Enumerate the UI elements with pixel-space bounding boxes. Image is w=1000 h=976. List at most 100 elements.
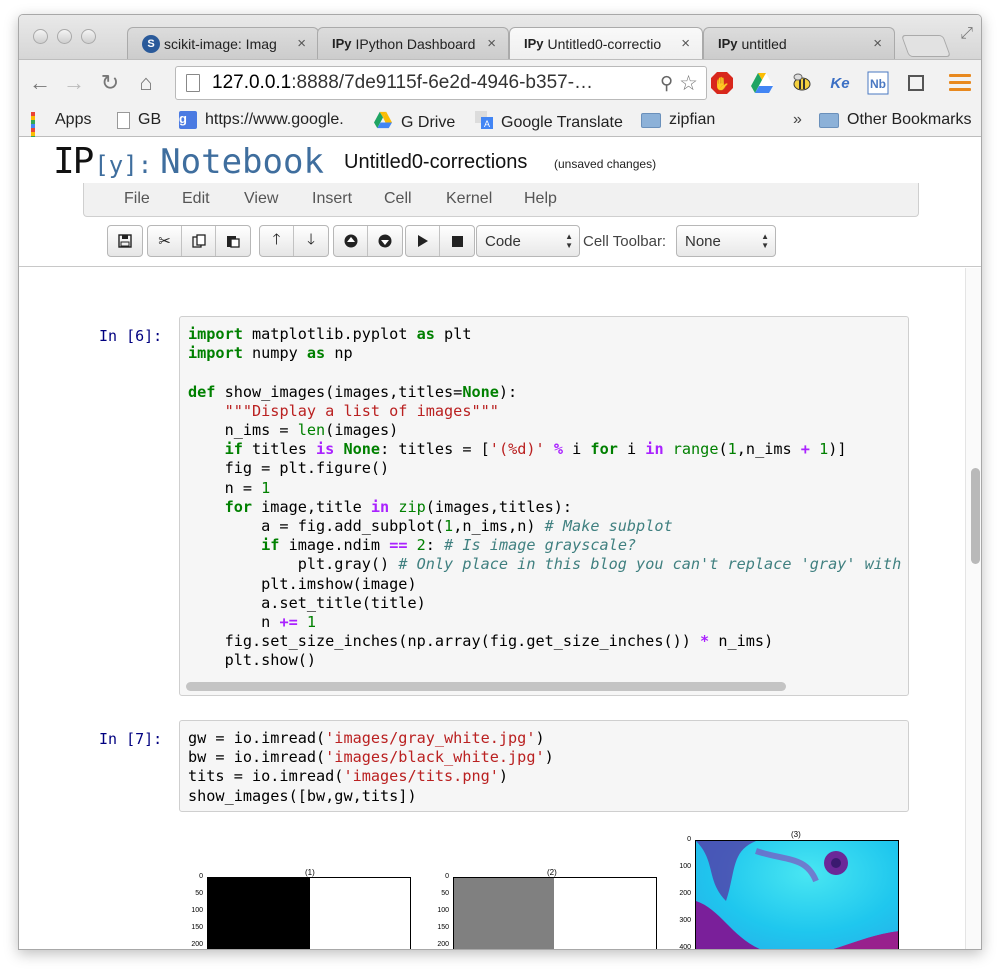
svg-text:✋: ✋ (714, 76, 730, 91)
ipython-favicon-icon: IPy (718, 36, 738, 51)
tab-untitled0-corrections[interactable]: IPy Untitled0-correctio × (509, 27, 703, 59)
tab-title: untitled (741, 35, 787, 52)
menu-insert[interactable]: Insert (312, 190, 352, 208)
tab-title: Untitled0-correctio (547, 35, 662, 52)
close-tab-icon[interactable]: × (297, 35, 306, 52)
bookmark-other[interactable]: Other Bookmarks (819, 111, 971, 129)
bookmark-google-translate[interactable]: A Google Translate (475, 111, 623, 134)
save-floppy-icon[interactable] (108, 226, 142, 256)
menu-edit[interactable]: Edit (182, 190, 210, 208)
menu-cell[interactable]: Cell (384, 190, 412, 208)
notebook-content: In [6]: import matplotlib.pyplot as plt … (19, 268, 965, 949)
kami-extension-icon[interactable]: Ke (827, 70, 853, 96)
ipython-logo[interactable]: IP [y]: Notebook (53, 141, 324, 182)
copy-icon[interactable] (182, 226, 216, 256)
address-bar[interactable]: 127.0.0.1:8888/7de9115f-6e2d-4946-b357-…… (175, 66, 707, 100)
ipython-favicon-icon: IPy (332, 36, 352, 51)
horizontal-scrollbar[interactable] (186, 682, 786, 691)
chrome-menu-icon[interactable] (949, 74, 971, 95)
bookmarks-overflow-icon[interactable]: » (793, 111, 802, 129)
code-editor[interactable]: import matplotlib.pyplot as plt import n… (180, 317, 908, 671)
cell-prompt: In [7]: (99, 730, 163, 748)
cell-prompt: In [6]: (99, 327, 163, 345)
google-icon: g (179, 111, 197, 129)
zoom-window-button[interactable] (81, 29, 96, 44)
svg-text:Nb: Nb (870, 77, 886, 91)
bookmark-gb[interactable]: GB (117, 111, 161, 129)
notebook-menubar: File Edit View Insert Cell Kernel Help (83, 183, 919, 217)
google-drive-extension-icon[interactable] (749, 70, 775, 96)
page-icon (117, 111, 130, 129)
bookmarks-bar: Apps GB g https://www.google. G Drive A … (19, 105, 981, 148)
insert-below-icon[interactable] (368, 226, 402, 256)
apps-grid-icon (31, 112, 47, 148)
adblock-extension-icon[interactable]: ✋ (709, 70, 735, 96)
tab-title: IPython Dashboard (355, 35, 476, 52)
cell-type-select[interactable]: Code ▲ ▼ (476, 225, 580, 257)
tab-scikit-image[interactable]: S scikit-image: Imag × (127, 27, 319, 59)
run-play-icon[interactable] (406, 226, 440, 256)
bookmark-apps[interactable]: Apps (31, 111, 91, 148)
scikit-favicon-icon: S (142, 34, 160, 53)
code-editor[interactable]: gw = io.imread('images/gray_white.jpg') … (180, 721, 908, 806)
stop-icon[interactable] (440, 226, 474, 256)
notebook-toolbar: ✂ 🡑 🡓 Code ▲ ▼ Cell Toolbar: None ▲ ▼ (19, 217, 981, 267)
subplot-image (207, 877, 411, 949)
square-extension-icon[interactable] (903, 70, 929, 96)
tab-ipython-dashboard[interactable]: IPy IPython Dashboard × (317, 27, 509, 59)
ipython-favicon-icon: IPy (524, 36, 544, 51)
notebook-extension-icon[interactable]: Nb (865, 70, 891, 96)
cut-icon[interactable]: ✂ (148, 226, 182, 256)
folder-icon (641, 112, 661, 128)
home-icon[interactable]: ⌂ (133, 70, 159, 96)
menu-file[interactable]: File (124, 190, 150, 208)
tab-title: scikit-image: Imag (164, 35, 277, 52)
browser-window: S scikit-image: Imag × IPy IPython Dashb… (18, 14, 982, 950)
scrollbar-thumb[interactable] (971, 468, 980, 564)
code-cell-7[interactable]: gw = io.imread('images/gray_white.jpg') … (179, 720, 909, 812)
back-arrow-icon[interactable]: ← (27, 70, 53, 96)
notebook-name[interactable]: Untitled0-corrections (344, 151, 527, 174)
cell-toolbar-select[interactable]: None ▲ ▼ (676, 225, 776, 257)
output-subplot-2: (2) 0 50 100 150 200 250 (425, 868, 665, 949)
bookmark-zipfian[interactable]: zipfian (641, 111, 715, 129)
bookmark-google[interactable]: g https://www.google. (179, 111, 344, 129)
reload-icon[interactable]: ↻ (97, 70, 123, 96)
search-icon[interactable]: ⚲ (660, 73, 673, 94)
bookmark-star-icon[interactable]: ☆ (679, 71, 698, 96)
edit-group: ✂ (147, 225, 251, 257)
forward-arrow-icon[interactable]: → (61, 70, 87, 96)
select-arrows-icon: ▲ ▼ (565, 232, 573, 250)
fullscreen-icon[interactable]: ⤢ (960, 25, 973, 43)
tab-strip: S scikit-image: Imag × IPy IPython Dashb… (19, 15, 981, 59)
google-drive-icon (373, 111, 393, 134)
tab-untitled[interactable]: IPy untitled × (703, 27, 895, 59)
insert-group (333, 225, 403, 257)
code-cell-6[interactable]: import matplotlib.pyplot as plt import n… (179, 316, 909, 696)
url-text[interactable]: 127.0.0.1:8888/7de9115f-6e2d-4946-b357-… (212, 72, 656, 94)
move-group: 🡑 🡓 (259, 225, 329, 257)
close-tab-icon[interactable]: × (873, 35, 882, 52)
paste-icon[interactable] (216, 226, 250, 256)
bee-extension-icon[interactable] (789, 70, 815, 96)
insert-above-icon[interactable] (334, 226, 368, 256)
subplot-title: (3) (791, 830, 801, 839)
save-status: (unsaved changes) (554, 157, 657, 171)
vertical-scrollbar[interactable] (965, 268, 981, 949)
new-tab-button[interactable] (900, 35, 952, 57)
output-subplot-3: (3) 0 100 200 300 400 (667, 826, 907, 949)
move-up-arrow-icon[interactable]: 🡑 (260, 226, 294, 256)
close-window-button[interactable] (33, 29, 48, 44)
move-down-arrow-icon[interactable]: 🡓 (294, 226, 328, 256)
select-arrows-icon: ▲ ▼ (761, 232, 769, 250)
output-subplot-1: (1) 0 50 100 150 200 250 (179, 868, 419, 949)
menu-view[interactable]: View (244, 190, 278, 208)
close-tab-icon[interactable]: × (681, 35, 690, 52)
bookmark-g-drive[interactable]: G Drive (373, 111, 455, 134)
close-tab-icon[interactable]: × (487, 35, 496, 52)
menu-kernel[interactable]: Kernel (446, 190, 492, 208)
cell-toolbar-label: Cell Toolbar: (583, 233, 667, 250)
menu-help[interactable]: Help (524, 190, 557, 208)
minimize-window-button[interactable] (57, 29, 72, 44)
svg-text:A: A (484, 119, 490, 129)
